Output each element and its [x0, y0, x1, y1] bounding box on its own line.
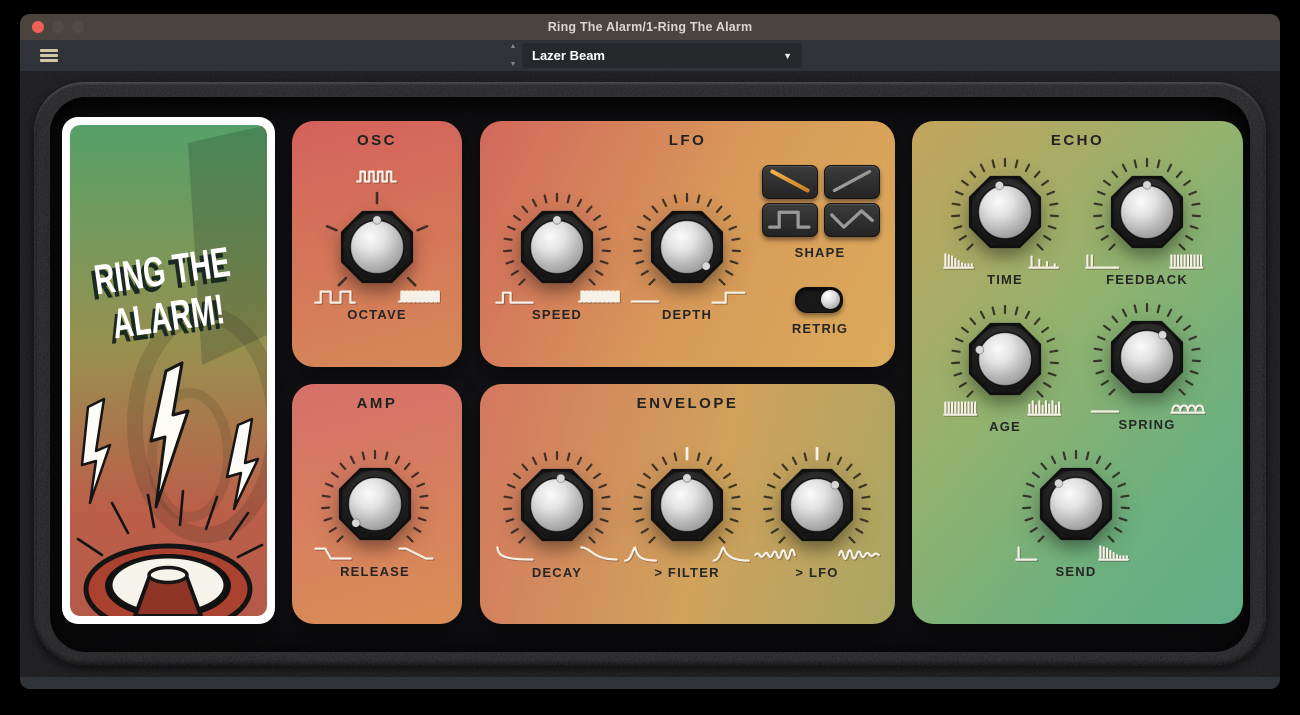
pulse-mid-icon [355, 165, 399, 192]
panel-amp: AMP RELEASE [292, 384, 462, 624]
preset-value: Lazer Beam [522, 48, 783, 63]
spring-knob[interactable] [1089, 299, 1205, 415]
shape-square-button[interactable] [762, 203, 818, 237]
plugin-body: RING THE ALARM! RING THE ALARM! [20, 71, 1280, 677]
traffic-lights [32, 21, 84, 33]
depth-label: DEPTH [607, 307, 767, 322]
env-filter-knob[interactable] [629, 447, 745, 563]
poster-artwork: RING THE ALARM! RING THE ALARM! [62, 117, 275, 624]
depth-knob[interactable] [629, 189, 745, 305]
window-footer [20, 677, 1280, 689]
preset-step-up-icon[interactable]: ▲ [510, 43, 517, 50]
speed-knob[interactable] [499, 189, 615, 305]
age-knob[interactable] [947, 301, 1063, 417]
megaphone-icon [86, 546, 250, 616]
time-label: TIME [925, 272, 1085, 287]
plugin-window: Ring The Alarm/1-Ring The Alarm ▲ ▼ Laze… [20, 14, 1280, 689]
feedback-label: FEEDBACK [1067, 272, 1227, 287]
close-button-icon[interactable] [32, 21, 44, 33]
titlebar: Ring The Alarm/1-Ring The Alarm [20, 14, 1280, 40]
retrig-label: RETRIG [740, 321, 900, 336]
panel-amp-title: AMP [292, 395, 462, 412]
panel-osc-title: OSC [292, 132, 462, 149]
decay-label: DECAY [477, 565, 637, 580]
shape-triangle-button[interactable] [824, 203, 880, 237]
env-lfo-label: > LFO [737, 565, 897, 580]
dropdown-arrow-icon: ▼ [783, 51, 802, 61]
preset-step-down-icon[interactable]: ▼ [510, 61, 517, 68]
panel-lfo-title: LFO [480, 132, 895, 149]
octave-knob[interactable] [319, 189, 435, 305]
decay-knob[interactable] [499, 447, 615, 563]
preset-selector[interactable]: Lazer Beam ▼ [522, 43, 802, 68]
shape-saw-down-button[interactable] [762, 165, 818, 199]
shape-saw-up-button[interactable] [824, 165, 880, 199]
release-knob[interactable] [317, 446, 433, 562]
octave-label: OCTAVE [297, 307, 457, 322]
panel-lfo: LFO SPEEDDEPTHSHAPERETRIG [480, 121, 895, 367]
feedback-knob[interactable] [1089, 154, 1205, 270]
shape-label: SHAPE [740, 245, 900, 260]
env-lfo-knob[interactable] [759, 447, 875, 563]
release-label: RELEASE [295, 564, 455, 579]
spring-label: SPRING [1067, 417, 1227, 432]
window-title: Ring The Alarm/1-Ring The Alarm [548, 20, 753, 34]
panel-envelope-title: ENVELOPE [480, 395, 895, 412]
speed-label: SPEED [477, 307, 637, 322]
age-label: AGE [925, 419, 1085, 434]
send-knob[interactable] [1018, 446, 1134, 562]
minimize-button-icon[interactable] [52, 21, 64, 33]
retrig-toggle[interactable] [795, 287, 843, 313]
panel-envelope: ENVELOPE DECAY> FILTER> LFO [480, 384, 895, 624]
panel-osc: OSC OCTAVE [292, 121, 462, 367]
hamburger-icon[interactable] [40, 49, 58, 62]
panel-echo: ECHO TIMEFEEDBACK AGESPRING SEND [912, 121, 1243, 624]
time-knob[interactable] [947, 154, 1063, 270]
toolbar: ▲ ▼ Lazer Beam ▼ [20, 40, 1280, 71]
preset-stepper[interactable]: ▲ ▼ [506, 43, 520, 68]
panel-echo-title: ECHO [912, 132, 1243, 149]
zoom-button-icon[interactable] [72, 21, 84, 33]
send-label: SEND [996, 564, 1156, 579]
poster-title: RING THE ALARM! RING THE ALARM! [87, 237, 240, 355]
env-filter-label: > FILTER [607, 565, 767, 580]
